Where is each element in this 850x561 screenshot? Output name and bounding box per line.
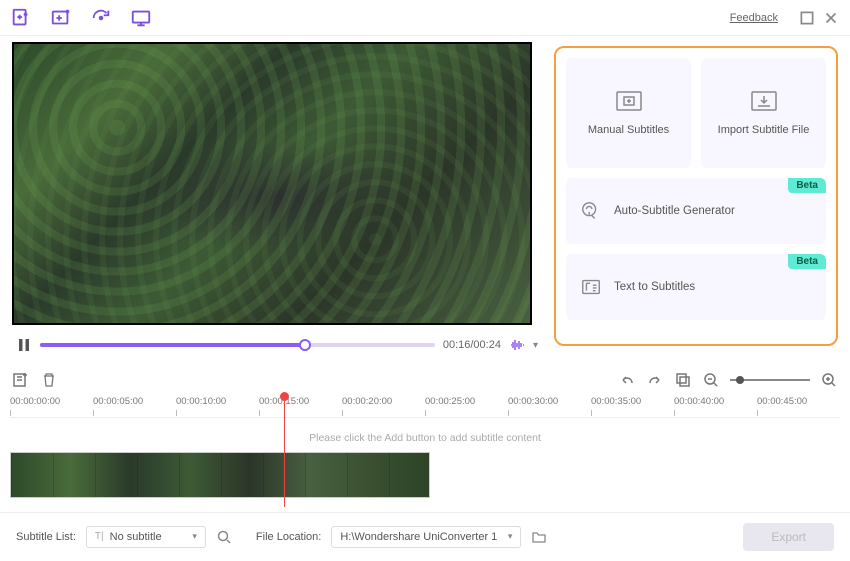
search-icon[interactable] — [216, 529, 232, 545]
subtitle-options-panel: Manual Subtitles Import Subtitle File Be… — [550, 36, 850, 366]
waveform-icon[interactable] — [509, 337, 525, 353]
zoom-out-icon[interactable] — [702, 371, 720, 389]
zoom-in-icon[interactable] — [820, 371, 838, 389]
feedback-link[interactable]: Feedback — [730, 12, 778, 24]
text-to-subtitles-icon — [580, 276, 602, 298]
options-box: Manual Subtitles Import Subtitle File Be… — [554, 46, 838, 346]
file-location-label: File Location: — [256, 531, 321, 543]
video-preview[interactable] — [12, 42, 532, 325]
manual-subtitles-label: Manual Subtitles — [588, 124, 669, 136]
screen-icon[interactable] — [130, 7, 152, 29]
add-subtitle-icon[interactable] — [12, 371, 30, 389]
folder-icon[interactable] — [531, 529, 547, 545]
tick: 00:00:20:00 — [342, 394, 425, 407]
file-location-value: H:\Wondershare UniConverter 1 — [340, 531, 497, 543]
bottom-bar: Subtitle List: T| No subtitle ▾ File Loc… — [0, 512, 850, 560]
redo-icon[interactable] — [646, 371, 664, 389]
beta-badge: Beta — [788, 178, 826, 193]
tick: 00:00:30:00 — [508, 394, 591, 407]
timeline: 00:00:00:00 00:00:05:00 00:00:10:00 00:0… — [0, 394, 850, 498]
time-display: 00:16/00:24 — [443, 339, 501, 351]
subtitle-list-select[interactable]: T| No subtitle ▾ — [86, 526, 206, 548]
pause-button[interactable] — [16, 337, 32, 353]
tick: 00:00:25:00 — [425, 394, 508, 407]
chevron-down-icon: ▾ — [508, 531, 513, 542]
playhead[interactable] — [284, 394, 286, 507]
add-media-icon[interactable] — [50, 7, 72, 29]
beta-badge: Beta — [788, 254, 826, 269]
import-subtitle-card[interactable]: Import Subtitle File — [701, 58, 826, 168]
toolbar — [10, 7, 152, 29]
tick: 00:00:40:00 — [674, 394, 757, 407]
preview-column: 00:16/00:24 ▾ — [0, 36, 550, 366]
video-thumbnail-track[interactable] — [10, 452, 430, 498]
file-location-select[interactable]: H:\Wondershare UniConverter 1 ▾ — [331, 526, 521, 548]
undo-icon[interactable] — [618, 371, 636, 389]
titlebar: Feedback — [0, 0, 850, 36]
subtitle-list-value: No subtitle — [110, 531, 162, 543]
auto-subtitle-card[interactable]: Beta Auto-Subtitle Generator — [566, 178, 826, 244]
tick: 00:00:00:00 — [10, 394, 93, 407]
tick: 00:00:05:00 — [93, 394, 176, 407]
subtitle-hint: Please click the Add button to add subti… — [10, 418, 840, 452]
import-subtitle-label: Import Subtitle File — [718, 124, 810, 136]
tick: 00:00:10:00 — [176, 394, 259, 407]
manual-subtitles-card[interactable]: Manual Subtitles — [566, 58, 691, 168]
add-file-icon[interactable] — [10, 7, 32, 29]
main-area: 00:16/00:24 ▾ Manual Subtitles Import Su… — [0, 36, 850, 366]
auto-subtitle-label: Auto-Subtitle Generator — [614, 205, 735, 217]
tick: 00:00:35:00 — [591, 394, 674, 407]
export-button[interactable]: Export — [743, 523, 834, 551]
text-to-subtitles-card[interactable]: Beta Text to Subtitles — [566, 254, 826, 320]
auto-subtitle-icon — [580, 200, 602, 222]
maximize-icon[interactable] — [798, 9, 816, 27]
delete-icon[interactable] — [40, 371, 58, 389]
import-subtitle-icon — [750, 90, 778, 112]
close-icon[interactable] — [822, 9, 840, 27]
player-menu-icon[interactable]: ▾ — [533, 340, 538, 351]
chevron-down-icon: ▾ — [192, 531, 197, 542]
player-controls: 00:16/00:24 ▾ — [12, 331, 542, 360]
timeline-toolbar — [0, 366, 850, 394]
zoom-slider[interactable] — [730, 379, 810, 381]
progress-bar[interactable] — [40, 343, 435, 347]
time-ruler[interactable]: 00:00:00:00 00:00:05:00 00:00:10:00 00:0… — [10, 394, 840, 418]
subtitle-list-label: Subtitle List: — [16, 531, 76, 543]
refresh-icon[interactable] — [90, 7, 112, 29]
manual-subtitles-icon — [615, 90, 643, 112]
crop-icon[interactable] — [674, 371, 692, 389]
tick: 00:00:45:00 — [757, 394, 840, 407]
text-to-subtitles-label: Text to Subtitles — [614, 281, 695, 293]
tick: 00:00:15:00 — [259, 394, 342, 407]
